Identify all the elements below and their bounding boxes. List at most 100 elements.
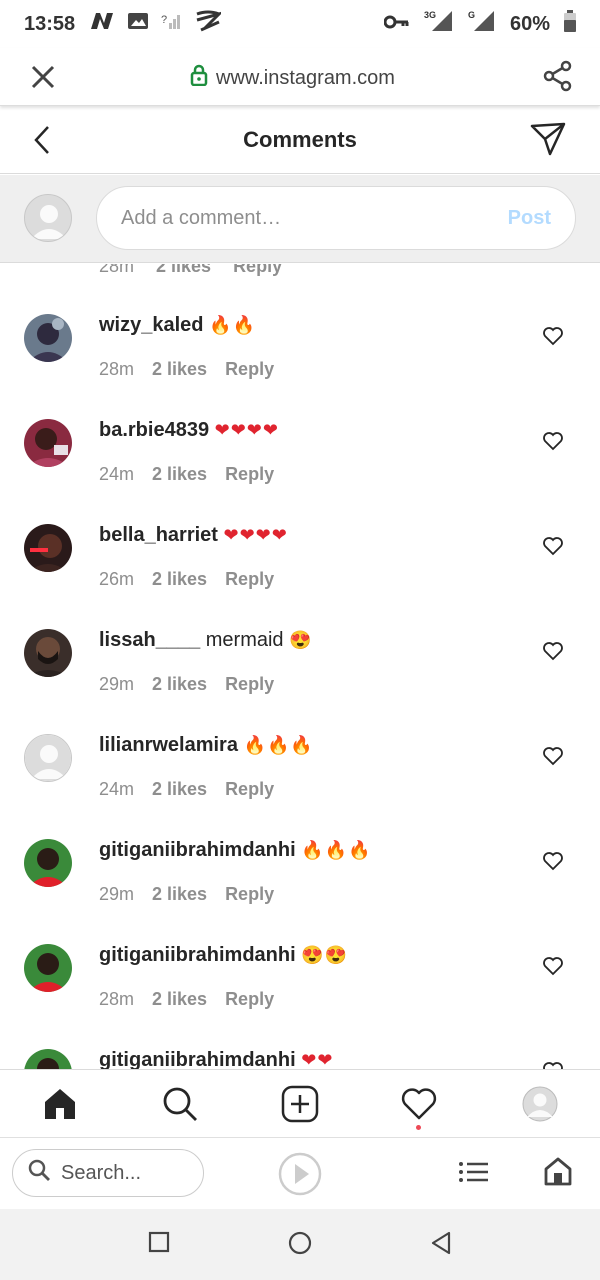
comment-username[interactable]: gitiganiibrahimdanhi — [99, 944, 296, 966]
comment-time: 28m — [99, 989, 135, 1009]
comment-row: gitiganiibrahimdanhi 🔥🔥🔥 29m 2 likes Rep… — [0, 839, 600, 944]
comment-time: 26m — [99, 569, 135, 589]
comment-emoji: 🔥🔥🔥 — [243, 735, 314, 755]
comment-meta: 28m 2 likes Reply — [99, 359, 274, 380]
recents-icon[interactable] — [148, 1231, 170, 1258]
new-post-icon[interactable] — [280, 1084, 320, 1124]
svg-text:G: G — [468, 10, 475, 20]
comment-username[interactable]: wizy_kaled — [99, 314, 204, 336]
gallery-icon — [127, 11, 149, 37]
comment-likes[interactable]: 2 likes — [152, 779, 207, 800]
play-icon[interactable] — [278, 1152, 322, 1201]
comment-meta: 26m 2 likes Reply — [99, 569, 274, 590]
comment-emoji: 😍😍 — [301, 945, 349, 965]
lock-icon — [190, 64, 208, 92]
activity-heart-icon[interactable] — [399, 1084, 439, 1124]
key-icon — [383, 13, 410, 36]
battery-percent: 60% — [509, 12, 550, 35]
avatar[interactable] — [24, 944, 72, 992]
comment-username[interactable]: bella_harriet — [99, 524, 218, 546]
menu-list-icon[interactable] — [458, 1160, 490, 1189]
like-heart-icon[interactable] — [542, 326, 564, 351]
share-icon[interactable] — [542, 60, 574, 97]
reply-button[interactable]: Reply — [225, 569, 274, 590]
back-triangle-icon[interactable] — [430, 1231, 452, 1260]
avatar[interactable] — [24, 734, 72, 782]
signal-3g-icon: 3G — [424, 9, 454, 39]
reply-button[interactable]: Reply — [225, 359, 274, 380]
comment-time: 29m — [99, 674, 135, 694]
comment-likes[interactable]: 2 likes — [152, 569, 207, 590]
notification-dot — [416, 1125, 421, 1130]
comment-row: wizy_kaled 🔥🔥 28m 2 likes Reply — [0, 314, 600, 419]
comment-emoji: 🔥🔥🔥 — [301, 840, 372, 860]
comments-header: Comments — [0, 108, 600, 174]
like-heart-icon[interactable] — [542, 536, 564, 561]
comment-meta: 28m 2 likes Reply — [99, 989, 274, 1010]
avatar[interactable] — [24, 524, 72, 572]
home-icon[interactable] — [40, 1084, 80, 1124]
like-heart-icon[interactable] — [542, 746, 564, 771]
like-heart-icon[interactable] — [542, 956, 564, 981]
app-logo-icon — [195, 10, 225, 38]
browser-home-icon[interactable] — [543, 1156, 573, 1191]
comment-meta: 29m 2 likes Reply — [99, 884, 274, 905]
avatar[interactable] — [24, 629, 72, 677]
avatar[interactable] — [24, 314, 72, 362]
comment-likes[interactable]: 2 likes — [152, 884, 207, 905]
reply-button[interactable]: Reply — [225, 779, 274, 800]
comment-emoji: ❤❤ — [301, 1050, 334, 1070]
comment-likes[interactable]: 2 likes — [152, 989, 207, 1010]
comment-time: 24m — [99, 464, 135, 484]
comment-emoji: ❤❤❤❤ — [223, 525, 288, 545]
reply-button[interactable]: Reply — [225, 884, 274, 905]
comment-username[interactable]: lilianrwelamira — [99, 734, 238, 756]
status-bar: 13:58 ? 3G G 60% — [0, 0, 600, 48]
profile-avatar-icon[interactable] — [520, 1084, 560, 1124]
home-circle-icon[interactable] — [288, 1231, 312, 1260]
search-placeholder: Search... — [61, 1161, 142, 1184]
comment-text: lilianrwelamira 🔥🔥🔥 — [99, 734, 314, 757]
comment-likes[interactable]: 2 likes — [152, 359, 207, 380]
comment-time: 24m — [99, 779, 135, 799]
avatar[interactable] — [24, 1049, 72, 1070]
search-icon[interactable] — [160, 1084, 200, 1124]
comment-likes[interactable]: 2 likes — [152, 674, 207, 695]
comment-emoji: 🔥🔥 — [209, 315, 256, 335]
comment-input[interactable]: Add a comment… Post — [96, 186, 576, 250]
post-button[interactable]: Post — [508, 207, 551, 230]
browser-bottom-bar: Search... — [0, 1137, 600, 1209]
clock: 13:58 — [24, 12, 76, 35]
comment-meta: 24m 2 likes Reply — [99, 779, 274, 800]
direct-send-icon[interactable] — [530, 122, 566, 161]
comment-row: lilianrwelamira 🔥🔥🔥 24m 2 likes Reply — [0, 734, 600, 839]
comment-text: gitiganiibrahimdanhi ❤❤ — [99, 1049, 333, 1070]
battery-icon — [564, 10, 576, 38]
add-comment-bar: Add a comment… Post — [0, 175, 600, 263]
comment-row: bella_harriet ❤❤❤❤ 26m 2 likes Reply — [0, 524, 600, 629]
avatar[interactable] — [24, 839, 72, 887]
comment-placeholder: Add a comment… — [121, 207, 282, 229]
page-title: Comments — [243, 127, 357, 152]
own-avatar — [24, 194, 72, 242]
svg-text:?: ? — [161, 14, 167, 26]
reply-button[interactable]: Reply — [225, 464, 274, 485]
browser-search-box[interactable]: Search... — [12, 1149, 204, 1197]
like-heart-icon[interactable] — [542, 641, 564, 666]
comment-username[interactable]: lissah____ — [99, 629, 200, 651]
url-text: www.instagram.com — [216, 66, 395, 89]
avatar[interactable] — [24, 419, 72, 467]
comment-username[interactable]: gitiganiibrahimdanhi — [99, 1049, 296, 1070]
reply-button[interactable]: Reply — [225, 989, 274, 1010]
comment-username[interactable]: gitiganiibrahimdanhi — [99, 839, 296, 861]
comment-text: gitiganiibrahimdanhi 🔥🔥🔥 — [99, 839, 371, 862]
like-heart-icon[interactable] — [542, 851, 564, 876]
signal-g-icon: G — [468, 9, 496, 39]
address-bar[interactable]: www.instagram.com — [190, 64, 395, 92]
like-heart-icon[interactable] — [542, 431, 564, 456]
reply-button[interactable]: Reply — [225, 674, 274, 695]
close-tab-icon[interactable] — [28, 62, 58, 92]
comment-username[interactable]: ba.rbie4839 — [99, 419, 209, 441]
comment-likes[interactable]: 2 likes — [152, 464, 207, 485]
comment-text: bella_harriet ❤❤❤❤ — [99, 524, 288, 547]
